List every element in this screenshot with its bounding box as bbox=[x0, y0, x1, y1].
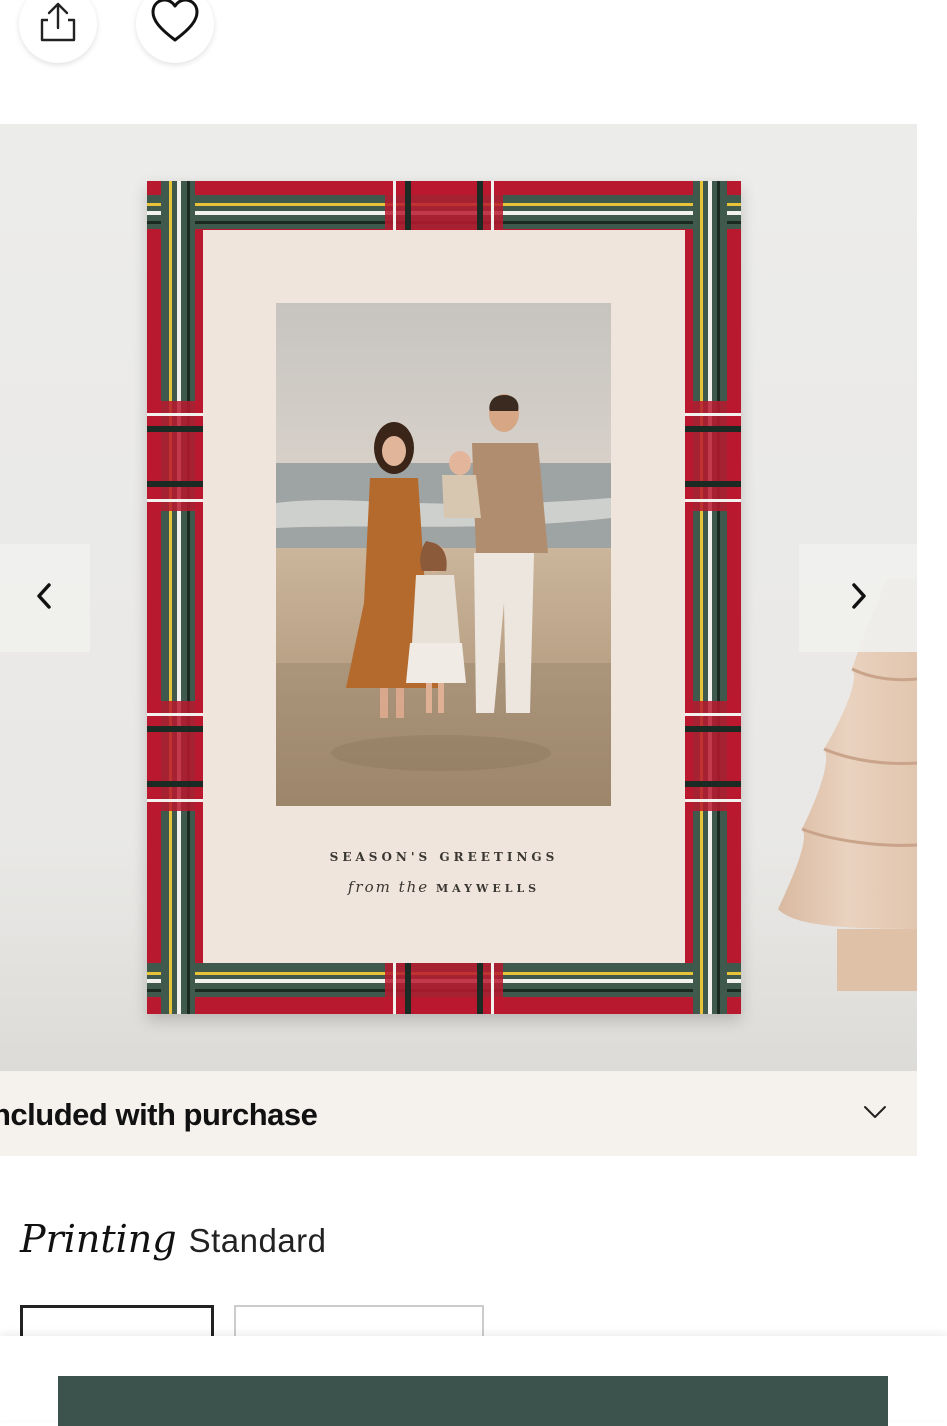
heart-icon bbox=[149, 0, 201, 53]
next-image-button[interactable] bbox=[799, 544, 917, 652]
greeting-family-name: MAYWELLS bbox=[435, 882, 541, 895]
printing-label: Printing bbox=[20, 1217, 177, 1261]
primary-action-button[interactable] bbox=[58, 1376, 888, 1426]
chevron-down-icon bbox=[862, 1102, 888, 1127]
favorite-button[interactable] bbox=[136, 0, 214, 63]
printing-option-header: Printing Standard bbox=[20, 1217, 327, 1261]
holiday-card: SEASON'S GREETINGS from the MAYWELLS bbox=[147, 181, 741, 1014]
greeting-line1: SEASON'S GREETINGS bbox=[329, 850, 559, 864]
included-with-purchase-toggle[interactable]: ncluded with purchase bbox=[0, 1071, 917, 1156]
chevron-left-icon bbox=[33, 581, 57, 616]
family-photo bbox=[276, 303, 611, 806]
chevron-right-icon bbox=[846, 581, 870, 616]
included-label: ncluded with purchase bbox=[0, 1097, 318, 1132]
greeting-line2: from the MAYWELLS bbox=[203, 878, 685, 896]
greeting-script: from the bbox=[347, 878, 436, 896]
share-icon bbox=[34, 0, 82, 51]
card-greeting: SEASON'S GREETINGS from the MAYWELLS bbox=[203, 850, 685, 896]
card-panel: SEASON'S GREETINGS from the MAYWELLS bbox=[203, 230, 685, 963]
product-image-gallery: SEASON'S GREETINGS from the MAYWELLS bbox=[0, 124, 917, 1071]
printing-value: Standard bbox=[188, 1222, 327, 1259]
share-button[interactable] bbox=[19, 0, 97, 63]
sticky-footer bbox=[0, 1336, 947, 1426]
previous-image-button[interactable] bbox=[0, 544, 90, 652]
